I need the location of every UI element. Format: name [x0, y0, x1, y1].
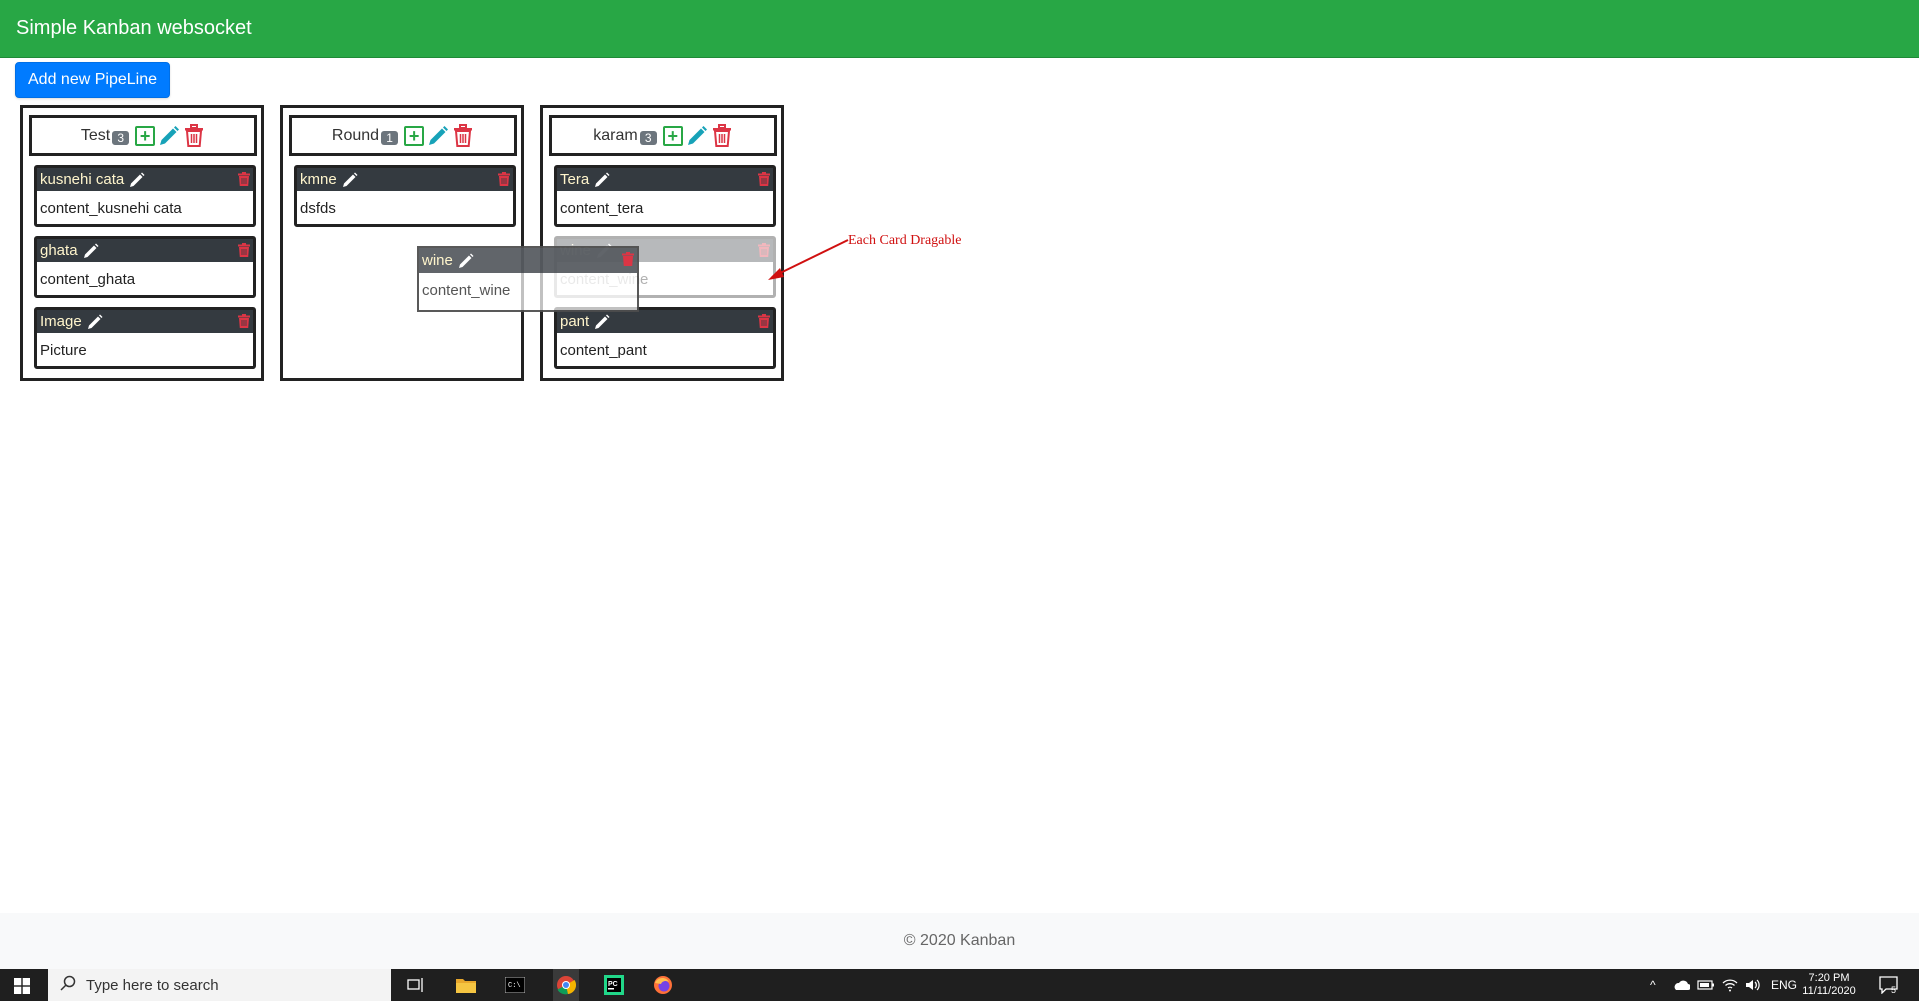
card-content: content_wine — [422, 282, 511, 299]
edit-card-icon[interactable] — [594, 172, 610, 188]
taskbar-clock[interactable]: 7:20 PM 11/11/2020 — [1800, 972, 1858, 998]
clock-date: 11/11/2020 — [1802, 985, 1856, 997]
edit-card-icon[interactable] — [129, 172, 145, 188]
card-title: kusnehi cata — [40, 171, 125, 188]
card-title: Tera — [560, 171, 590, 188]
windows-start-icon[interactable] — [14, 978, 30, 999]
delete-card-icon[interactable] — [758, 314, 770, 328]
svg-text:PC: PC — [608, 981, 618, 988]
os-taskbar: Type here to search C:\ PC ^ ENG 7:20 PM… — [0, 969, 1919, 1001]
card-count-badge: 3 — [112, 131, 130, 145]
pipeline-test: Test 3 + kusnehi cata content_kusnehi ca… — [20, 105, 264, 381]
edit-card-icon[interactable] — [458, 253, 474, 269]
card-content: content_ghata — [40, 271, 136, 288]
pipeline-title: Test — [80, 126, 111, 144]
card[interactable]: kusnehi cata content_kusnehi cata — [34, 165, 256, 227]
delete-card-icon[interactable] — [238, 243, 250, 257]
firefox-icon[interactable] — [651, 973, 675, 997]
card-header: ghata — [37, 239, 253, 262]
edit-card-icon[interactable] — [83, 243, 99, 259]
pipeline-round: Round 1 + kmne dsfds — [280, 105, 524, 381]
edit-pipeline-icon[interactable] — [157, 124, 181, 148]
card-count-badge: 3 — [639, 131, 657, 145]
pipeline-title: karam — [593, 126, 638, 144]
delete-card-icon[interactable] — [622, 252, 634, 266]
card-header: Image — [37, 310, 253, 333]
delete-card-icon[interactable] — [758, 172, 770, 186]
card-header: kmne — [297, 168, 513, 191]
delete-card-icon[interactable] — [238, 314, 250, 328]
volume-icon[interactable] — [1745, 969, 1761, 1001]
pycharm-icon[interactable]: PC — [602, 973, 626, 997]
file-explorer-icon[interactable] — [454, 973, 478, 997]
pipeline-header: Round 1 + — [289, 115, 517, 156]
onedrive-icon[interactable] — [1672, 969, 1690, 1001]
pipeline-header: Test 3 + — [29, 115, 257, 156]
card-header: wine — [419, 248, 637, 273]
footer-text: © 2020 Kanban — [903, 932, 1016, 949]
card-title: wine — [422, 252, 453, 269]
delete-pipeline-icon[interactable] — [452, 123, 474, 148]
clock-time: 7:20 PM — [1808, 972, 1850, 984]
card[interactable]: Tera content_tera — [554, 165, 776, 227]
delete-card-icon[interactable] — [238, 172, 250, 186]
delete-pipeline-icon[interactable] — [183, 123, 205, 148]
pipeline-header: karam 3 + — [549, 115, 777, 156]
app-title[interactable]: Simple Kanban websocket — [16, 17, 252, 40]
card-content: content_kusnehi cata — [40, 200, 182, 217]
annotation-arrow — [768, 239, 849, 280]
edit-pipeline-icon[interactable] — [426, 124, 450, 148]
pipeline-karam: karam 3 + Tera content_tera wine content… — [540, 105, 784, 381]
edit-card-icon[interactable] — [594, 314, 610, 330]
chrome-icon[interactable] — [553, 969, 579, 1001]
card-header: Tera — [557, 168, 773, 191]
search-icon — [60, 975, 76, 996]
edit-pipeline-icon[interactable] — [685, 124, 709, 148]
edit-card-icon[interactable] — [87, 314, 103, 330]
taskbar-search[interactable]: Type here to search — [48, 969, 391, 1001]
notification-icon[interactable]: 5 — [1879, 969, 1898, 1001]
battery-icon[interactable] — [1697, 969, 1715, 1001]
notification-count: 5 — [1891, 985, 1897, 995]
card-content: content_tera — [560, 200, 644, 217]
add-card-icon[interactable]: + — [662, 125, 683, 146]
dragging-card[interactable]: wine content_wine — [417, 246, 639, 312]
card-content: content_pant — [560, 342, 647, 359]
task-view-icon[interactable] — [404, 973, 428, 997]
edit-card-icon[interactable] — [342, 172, 358, 188]
delete-pipeline-icon[interactable] — [711, 123, 733, 148]
card-title: kmne — [300, 171, 337, 188]
card-title: ghata — [40, 242, 78, 259]
card-header: pant — [557, 310, 773, 333]
app-header: Simple Kanban websocket — [0, 0, 1919, 58]
svg-text:C:\: C:\ — [508, 982, 521, 990]
add-pipeline-button[interactable]: Add new PipeLine — [15, 62, 170, 98]
card-content: dsfds — [300, 200, 336, 217]
card-title: Image — [40, 313, 82, 330]
wifi-icon[interactable] — [1722, 969, 1738, 1001]
search-placeholder: Type here to search — [86, 976, 219, 994]
page-footer: © 2020 Kanban — [0, 913, 1919, 969]
card-title: pant — [560, 313, 590, 330]
add-card-icon[interactable]: + — [135, 125, 156, 146]
pipeline-title: Round — [331, 126, 380, 144]
delete-card-icon[interactable] — [498, 172, 510, 186]
card[interactable]: pant content_pant — [554, 307, 776, 369]
terminal-icon[interactable]: C:\ — [503, 973, 527, 997]
language-indicator[interactable]: ENG — [1771, 969, 1797, 1001]
tray-chevron-icon[interactable]: ^ — [1650, 969, 1656, 1001]
card-count-badge: 1 — [381, 131, 399, 145]
card[interactable]: ghata content_ghata — [34, 236, 256, 298]
card[interactable]: kmne dsfds — [294, 165, 516, 227]
card-header: kusnehi cata — [37, 168, 253, 191]
annotation-label: Each Card Dragable — [848, 233, 962, 248]
add-card-icon[interactable]: + — [404, 125, 425, 146]
card[interactable]: Image Picture — [34, 307, 256, 369]
card-content: Picture — [40, 342, 87, 359]
